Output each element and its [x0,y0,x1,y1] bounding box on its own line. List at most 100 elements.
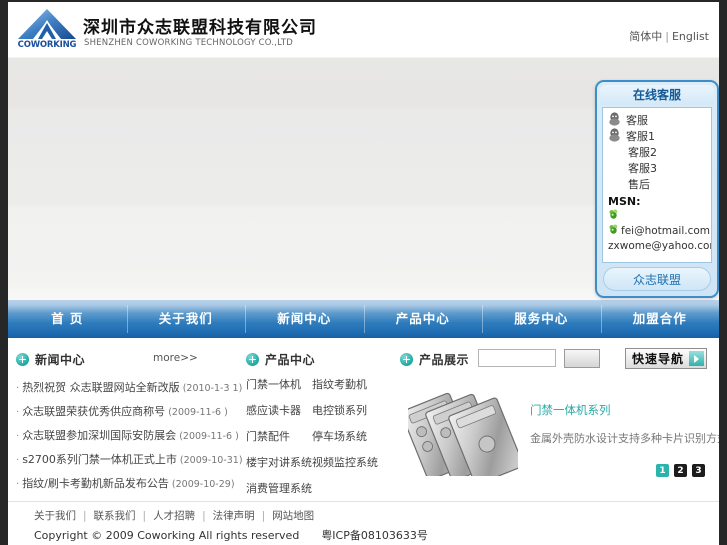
window-edge-left [0,0,8,545]
service-contact-item[interactable]: 客服2 [608,145,707,161]
featured-product-title[interactable]: 门禁一体机系列 [530,402,611,418]
coworking-mountain-icon [18,9,76,39]
msn-entry[interactable]: zxwome@yahoo.com.cn [608,239,711,254]
quick-links-title: 产品中心 [265,352,316,367]
products-section: 产品展示 快速导航 门禁一体机系列 金属外壳防水设计支持多种卡片识别方式 1 2… [400,348,727,488]
brand-name-chinese: 深圳市众志联盟科技有限公司 [83,18,317,38]
service-contact-item[interactable]: 客服3 [608,161,707,177]
language-separator: | [665,30,669,43]
news-item-title[interactable]: 指纹/刷卡考勤机新品发布公告 [22,477,169,490]
news-section-header: 新闻中心 more>> [16,348,244,370]
news-item-title[interactable]: 热烈祝贺 众志联盟网站全新改版 [22,381,180,394]
search-button[interactable] [564,349,600,368]
footer-separator: | [261,510,266,522]
quick-link-item[interactable]: 感应读卡器 [246,402,312,418]
service-contact-label: 售后 [628,178,650,191]
news-item-title[interactable]: 众志联盟参加深圳国际安防展会 [22,429,176,442]
news-list-item[interactable]: · 热烈祝贺 众志联盟网站全新改版 (2010-1-3 1) [16,376,244,400]
brand-name-english: SHENZHEN COWORKING TECHNOLOGY CO.,LTD [84,38,294,48]
products-section-title: 产品展示 [419,352,470,367]
quick-nav-button[interactable]: 快速导航 [624,348,707,369]
quick-link-item[interactable]: 门禁一体机 [246,376,312,392]
footer-link-sitemap[interactable]: 网站地图 [272,510,314,522]
hero-banner: 在线客服 客服 客服1 客服2 客服3 售后 MSN: fei@hotmail.… [8,57,719,300]
footer-separator: | [83,510,87,522]
plus-circle-icon [16,352,29,366]
quick-links-section: 产品中心 门禁一体机 指纹考勤机 感应读卡器 电控锁系列 门禁配件 停车场系统 … [246,348,398,496]
online-service-panel: 在线客服 客服 客服1 客服2 客服3 售后 MSN: fei@hotmail.… [595,80,719,298]
pagination-page-1[interactable]: 1 [656,464,669,477]
news-item-date: (2009-11-6 ) [179,431,239,442]
copyright-line: Copyright © 2009 Coworking All rights re… [34,527,719,543]
msn-entry[interactable] [608,209,707,224]
pagination-page-2[interactable]: 2 [674,464,687,477]
nav-item-about[interactable]: 关于我们 [126,300,246,338]
bullet-icon: · [16,479,20,490]
nav-item-products[interactable]: 产品中心 [363,300,483,338]
service-contact-item[interactable]: 客服1 [608,127,707,147]
news-item-date: (2009-11-6 ) [168,407,228,418]
nav-item-home[interactable]: 首 页 [8,300,127,338]
msn-entry-text: fei@hotmail.com [621,225,711,237]
main-content: 新闻中心 more>> · 热烈祝贺 众志联盟网站全新改版 (2010-1-3 1)… [8,338,727,506]
quick-link-item[interactable]: 消费管理系统 [246,480,312,496]
quick-link-item[interactable]: 指纹考勤机 [312,376,398,392]
pagination-page-3[interactable]: 3 [692,464,705,477]
quick-link-item[interactable]: 电控锁系列 [312,402,398,418]
language-chinese-link[interactable]: 简体中 [629,30,662,43]
product-photo[interactable] [408,384,518,476]
product-pagination: 1 2 3 [656,464,705,477]
nav-item-partners[interactable]: 加盟合作 [600,300,720,338]
footer-link-legal[interactable]: 法律声明 [213,510,255,522]
footer-separator: | [142,510,147,522]
msn-icon [608,223,621,240]
icp-license: 粤ICP备08103633号 [321,529,428,542]
footer-link-jobs[interactable]: 人才招聘 [153,510,195,522]
news-item-title[interactable]: 众志联盟荣获优秀供应商称号 [22,405,165,418]
nav-item-service[interactable]: 服务中心 [482,300,601,338]
bullet-icon: · [16,431,20,442]
quick-links-grid: 门禁一体机 指纹考勤机 感应读卡器 电控锁系列 门禁配件 停车场系统 楼宇对讲系… [246,376,398,496]
news-list-item[interactable]: · 众志联盟参加深圳国际安防展会 (2009-11-6 ) [16,424,244,448]
footer-link-contact[interactable]: 联系我们 [94,510,136,522]
products-header: 产品展示 快速导航 [400,348,711,370]
quick-link-item[interactable]: 视频监控系统 [312,454,398,470]
footer-link-about[interactable]: 关于我们 [34,510,76,522]
language-switcher: 简体中 | Englist [629,28,709,44]
bullet-icon: · [16,455,20,466]
site-logo[interactable]: COWORKING [16,8,78,52]
msn-entry[interactable]: fei@hotmail.com [608,223,711,240]
news-list-item[interactable]: · 众志联盟荣获优秀供应商称号 (2009-11-6 ) [16,400,244,424]
site-footer: 关于我们 | 联系我们 | 人才招聘 | 法律声明 | 网站地图 Copyright © 200… [8,501,719,545]
plus-circle-icon [400,352,413,366]
quick-link-item[interactable]: 楼宇对讲系统 [246,454,312,470]
news-item-date: (2009-10-31) [179,455,243,466]
quick-link-item[interactable]: 停车场系统 [312,428,398,444]
logo-wordmark: COWORKING [17,40,77,50]
news-section: 新闻中心 more>> · 热烈祝贺 众志联盟网站全新改版 (2010-1-3 1)… [16,348,244,496]
window-edge-top [0,0,727,2]
news-list-item[interactable]: · s2700系列门禁一体机正式上市 (2009-10-31) [16,448,244,472]
language-english-link[interactable]: Englist [672,30,709,43]
news-more-link[interactable]: more>> [153,352,198,364]
service-contact-item[interactable]: 售后 [608,177,707,193]
chevron-right-icon [689,351,704,366]
quick-links-header: 产品中心 [246,348,398,370]
news-item-date: (2009-10-29) [171,479,235,490]
news-item-date: (2010-1-3 1) [182,383,243,394]
news-section-title: 新闻中心 [35,352,86,367]
footer-links: 关于我们 | 联系我们 | 人才招聘 | 法律声明 | 网站地图 [34,508,719,524]
online-service-title: 在线客服 [600,85,714,105]
page-content: COWORKING 深圳市众志联盟科技有限公司 SHENZHEN COWORKI… [8,2,727,545]
quick-link-item[interactable]: 门禁配件 [246,428,312,444]
main-navigation: 首 页 关于我们 新闻中心 产品中心 服务中心 加盟合作 [8,300,719,338]
bullet-icon: · [16,407,20,418]
online-service-footer-button[interactable]: 众志联盟 [603,267,711,291]
news-item-title[interactable]: s2700系列门禁一体机正式上市 [22,453,177,466]
news-list: · 热烈祝贺 众志联盟网站全新改版 (2010-1-3 1) · 众志联盟荣获优秀供应… [16,376,244,496]
search-input[interactable] [478,349,556,367]
qq-icon [608,127,624,147]
news-list-item[interactable]: · 指纹/刷卡考勤机新品发布公告 (2009-10-29) [16,472,244,496]
nav-item-news[interactable]: 新闻中心 [245,300,364,338]
service-contact-label: 客服 [626,114,648,127]
